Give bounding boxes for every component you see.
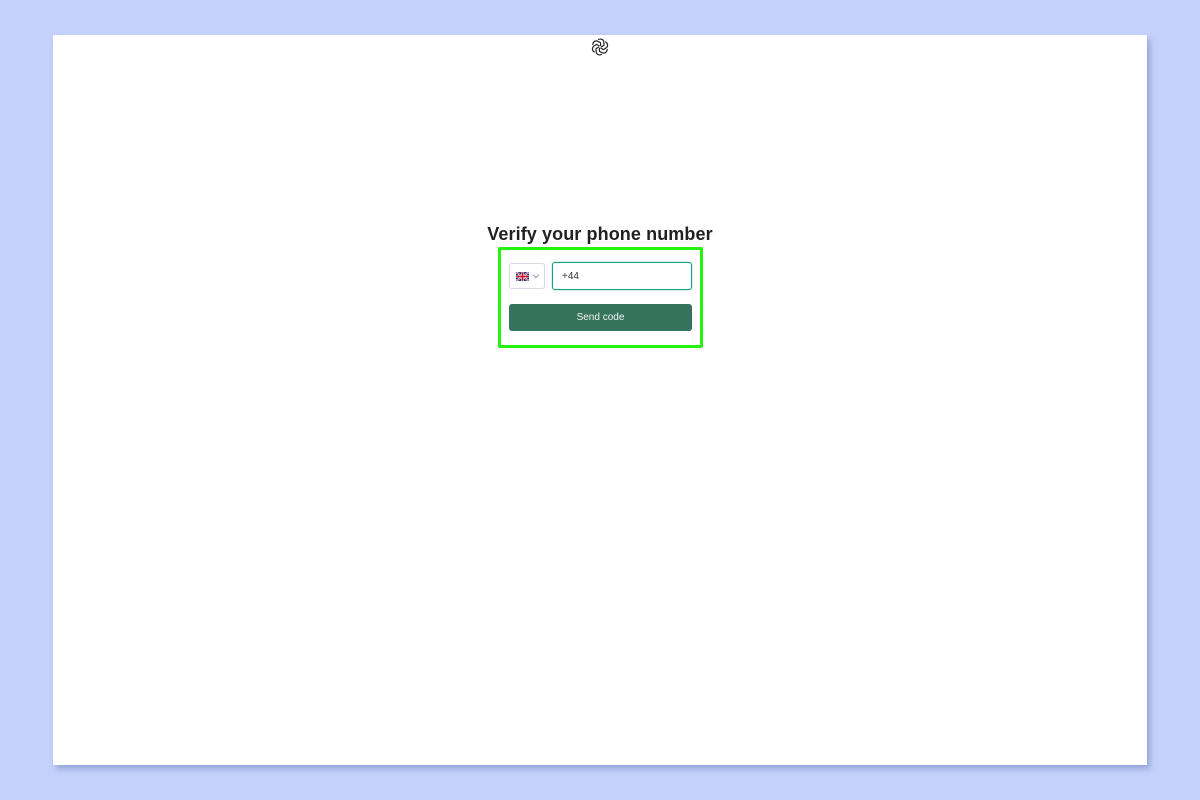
- send-code-button[interactable]: Send code: [509, 304, 692, 331]
- browser-window: Verify your phone number Send code: [53, 35, 1147, 765]
- openai-logo-icon: [590, 37, 610, 57]
- page-title: Verify your phone number: [487, 224, 713, 244]
- phone-number-input[interactable]: [552, 262, 692, 290]
- uk-flag-icon: [516, 271, 529, 281]
- country-code-select[interactable]: [509, 263, 545, 289]
- chevron-down-icon: [532, 274, 540, 279]
